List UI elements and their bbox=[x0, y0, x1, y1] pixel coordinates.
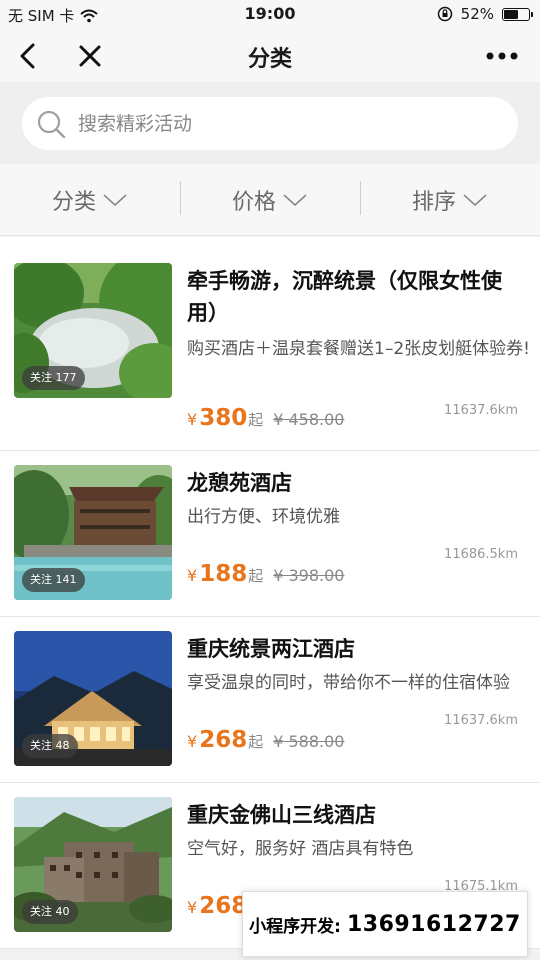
chevron-down-icon bbox=[103, 193, 127, 206]
price-row: ¥ 268 起 ¥ 588.00 bbox=[187, 727, 344, 753]
item-desc: 购买酒店＋温泉套餐赠送1–2张皮划艇体验券! bbox=[187, 339, 530, 359]
orientation-lock-icon bbox=[437, 6, 452, 22]
item-price: 268 bbox=[199, 727, 248, 753]
list-item[interactable]: 关注 48 重庆统景两江酒店 享受温泉的同时，带给你不一样的住宿体验 ¥ 268… bbox=[0, 617, 540, 783]
status-right: 52% bbox=[437, 5, 533, 23]
filter-label: 价格 bbox=[231, 189, 276, 215]
filter-sort[interactable]: 排序 bbox=[360, 164, 540, 235]
search-box[interactable] bbox=[22, 97, 518, 150]
original-price: ¥ 398.00 bbox=[273, 566, 345, 585]
original-price: ¥ 588.00 bbox=[273, 732, 345, 751]
search-section bbox=[0, 82, 540, 164]
item-title: 龙憩苑酒店 bbox=[187, 471, 292, 495]
price-suffix: 起 bbox=[248, 733, 264, 751]
nav-bar: 分类 bbox=[0, 30, 540, 82]
filter-bar: 分类 价格 排序 bbox=[0, 164, 540, 236]
item-distance: 11637.6km bbox=[444, 403, 518, 418]
item-title: 重庆统景两江酒店 bbox=[187, 637, 355, 661]
item-desc: 享受温泉的同时，带给你不一样的住宿体验 bbox=[187, 673, 510, 693]
list-item[interactable]: 关注 177 牵手畅游，沉醉统景（仅限女性使用） 购买酒店＋温泉套餐赠送1–2张… bbox=[0, 237, 540, 451]
page-title: 分类 bbox=[247, 47, 292, 72]
filter-category[interactable]: 分类 bbox=[0, 164, 180, 235]
filter-label: 排序 bbox=[411, 189, 456, 215]
item-desc: 出行方便、环境优雅 bbox=[187, 507, 340, 527]
currency-symbol: ¥ bbox=[187, 410, 198, 429]
item-price: 380 bbox=[199, 405, 248, 431]
search-icon bbox=[37, 110, 66, 139]
price-row: ¥ 188 起 ¥ 398.00 bbox=[187, 561, 344, 587]
item-distance: 11686.5km bbox=[444, 547, 518, 562]
item-desc: 空气好，服务好 酒店具有特色 bbox=[187, 839, 414, 859]
item-thumbnail: 关注 40 bbox=[14, 797, 172, 932]
more-icon[interactable] bbox=[484, 40, 520, 72]
original-price: ¥ 458.00 bbox=[273, 410, 345, 429]
contact-banner: 小程序开发: 13691612727 bbox=[242, 891, 528, 957]
banner-label: 小程序开发: bbox=[249, 916, 341, 937]
banner-phone: 13691612727 bbox=[346, 911, 521, 937]
item-thumbnail: 关注 141 bbox=[14, 465, 172, 600]
activity-list: 关注 177 牵手畅游，沉醉统景（仅限女性使用） 购买酒店＋温泉套餐赠送1–2张… bbox=[0, 237, 540, 949]
price-row: ¥ 380 起 ¥ 458.00 bbox=[187, 405, 344, 431]
battery-icon bbox=[502, 7, 533, 21]
battery-fill bbox=[504, 9, 518, 19]
item-thumbnail: 关注 177 bbox=[14, 263, 172, 398]
item-price: 188 bbox=[199, 561, 248, 587]
chevron-down-icon bbox=[463, 193, 487, 206]
filter-price[interactable]: 价格 bbox=[180, 164, 360, 235]
chevron-down-icon bbox=[283, 193, 307, 206]
item-thumbnail: 关注 48 bbox=[14, 631, 172, 766]
list-item[interactable]: 关注 141 龙憩苑酒店 出行方便、环境优雅 ¥ 188 起 ¥ 398.00 … bbox=[0, 451, 540, 617]
currency-symbol: ¥ bbox=[187, 898, 198, 917]
item-distance: 11637.6km bbox=[444, 713, 518, 728]
filter-label: 分类 bbox=[51, 189, 96, 215]
follow-badge: 关注 141 bbox=[22, 568, 85, 592]
follow-badge: 关注 40 bbox=[22, 900, 78, 924]
battery-percent: 52% bbox=[460, 5, 494, 23]
item-title: 重庆金佛山三线酒店 bbox=[187, 803, 376, 827]
currency-symbol: ¥ bbox=[187, 566, 198, 585]
currency-symbol: ¥ bbox=[187, 732, 198, 751]
search-input[interactable] bbox=[78, 97, 498, 150]
price-suffix: 起 bbox=[248, 411, 264, 429]
price-suffix: 起 bbox=[248, 567, 264, 585]
follow-badge: 关注 177 bbox=[22, 366, 85, 390]
item-title: 牵手畅游，沉醉统景（仅限女性使用） bbox=[187, 269, 502, 325]
status-bar: 无 SIM 卡 19:00 52% bbox=[0, 0, 540, 30]
follow-badge: 关注 48 bbox=[22, 734, 78, 758]
item-price: 268 bbox=[199, 893, 248, 919]
